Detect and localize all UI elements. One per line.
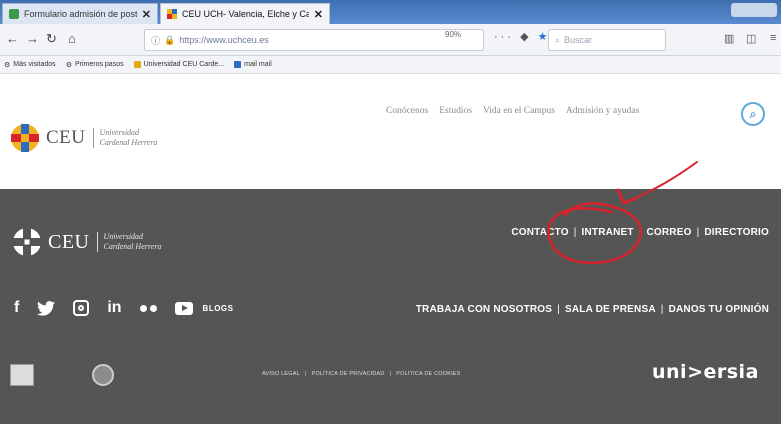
link-opinion[interactable]: DANOS TU OPINIÓN xyxy=(669,304,769,315)
close-tab-icon[interactable]: ✕ xyxy=(142,8,151,21)
ceu-cross-icon xyxy=(133,61,141,68)
ceu-cross-logo-icon xyxy=(11,124,39,152)
flickr-icon[interactable] xyxy=(139,304,157,312)
legal-links: AVISO LEGAL | POLÍTICA DE PRIVACIDAD | POLÍT… xyxy=(262,371,461,377)
link-correo[interactable]: CORREO xyxy=(646,227,691,238)
url-text: https://www.uchceu.es xyxy=(179,35,269,45)
separator: | xyxy=(304,371,307,377)
link-privacidad[interactable]: POLÍTICA DE PRIVACIDAD xyxy=(312,371,385,377)
instagram-icon[interactable] xyxy=(73,300,90,316)
separator: | xyxy=(389,371,392,377)
bookmark-getting-started[interactable]: ⚙ Primeros pasos xyxy=(66,61,124,69)
bookmark-label: mail mail xyxy=(244,61,272,68)
site-footer: CEU Universidad Cardenal Herrera CONTACT… xyxy=(0,189,781,424)
link-directorio[interactable]: DIRECTORIO xyxy=(704,227,769,238)
browser-window: Formulario admisión de post... ✕ CEU UCH… xyxy=(0,0,781,424)
firefox-icon: ⚙ xyxy=(65,61,72,69)
ceu-logo[interactable]: CEU Universidad Cardenal Herrera xyxy=(10,123,157,153)
universia-logo[interactable]: uni>ersia xyxy=(652,361,759,383)
reload-icon[interactable]: ↻ xyxy=(46,32,57,46)
pocket-icon[interactable]: ◆ xyxy=(520,31,531,43)
logo-uni-line1: Universidad xyxy=(99,128,140,137)
navigation-bar: ← → ↻ ⌂ ⓘ 🔒 https://www.uchceu.es 90% ··… xyxy=(0,24,781,56)
link-aviso-legal[interactable]: AVISO LEGAL xyxy=(262,371,300,377)
tab-strip: Formulario admisión de post... ✕ CEU UCH… xyxy=(0,0,781,24)
menu-icon[interactable]: ≡ xyxy=(770,32,776,44)
footer-links-secondary: TRABAJA CON NOSOTROS | SALA DE PRENSA | DANO… xyxy=(416,304,769,315)
bookmark-label: Universidad CEU Carde... xyxy=(143,61,225,68)
site-header: CEU Universidad Cardenal Herrera Conócen… xyxy=(0,74,781,189)
close-tab-icon[interactable]: ✕ xyxy=(314,8,323,21)
gear-icon: ⚙ xyxy=(4,61,11,69)
seal-icon[interactable] xyxy=(92,364,114,386)
logo-uni-line2: Cardenal Herrera xyxy=(99,138,158,147)
tab-ceu-uch[interactable]: CEU UCH- Valencia, Elche y Ca... ✕ xyxy=(160,3,330,24)
link-sala-prensa[interactable]: SALA DE PRENSA xyxy=(565,304,656,315)
logo-university-text: Universidad Cardenal Herrera xyxy=(92,128,158,148)
blogs-link[interactable]: BLOGS xyxy=(203,304,234,313)
separator: | xyxy=(638,227,642,238)
tab-title: Formulario admisión de post... xyxy=(24,9,137,19)
form-favicon-icon xyxy=(9,9,19,19)
bookmark-ceu[interactable]: Universidad CEU Carde... xyxy=(133,61,225,68)
tab-title: CEU UCH- Valencia, Elche y Ca... xyxy=(182,9,309,19)
separator: | xyxy=(573,227,577,238)
home-icon[interactable]: ⌂ xyxy=(68,32,76,46)
facebook-icon[interactable]: f xyxy=(14,299,19,317)
sidebar-icon[interactable]: ◫ xyxy=(746,32,756,45)
twitter-icon[interactable] xyxy=(37,300,56,316)
link-trabaja[interactable]: TRABAJA CON NOSOTROS xyxy=(416,304,552,315)
logo-uni-line2: Cardenal Herrera xyxy=(103,242,162,251)
ceu-cross-logo-icon xyxy=(13,228,41,256)
separator: | xyxy=(557,304,560,315)
site-info-icon[interactable]: ⓘ xyxy=(151,34,160,47)
site-search-button[interactable]: ⌕ xyxy=(741,102,765,126)
linkedin-icon[interactable]: in xyxy=(107,299,121,317)
search-icon: ⌕ xyxy=(749,106,757,121)
logo-university-text: Universidad Cardenal Herrera xyxy=(96,232,162,252)
url-bar[interactable]: ⓘ 🔒 https://www.uchceu.es xyxy=(144,29,484,51)
partner-logos xyxy=(10,364,114,386)
search-icon: ⌕ xyxy=(555,34,561,45)
tab-formulario[interactable]: Formulario admisión de post... ✕ xyxy=(2,3,158,24)
link-intranet[interactable]: INTRANET xyxy=(582,227,634,238)
link-cookies[interactable]: POLÍTICA DE COOKIES xyxy=(396,371,460,377)
separator: | xyxy=(696,227,700,238)
nav-admision[interactable]: Admisión y ayudas xyxy=(566,106,639,116)
logo-ceu-text: CEU xyxy=(48,230,90,253)
mail-icon xyxy=(234,61,242,68)
page-actions-menu-icon[interactable]: ··· xyxy=(494,31,514,43)
nav-estudios[interactable]: Estudios xyxy=(439,106,472,116)
library-icon[interactable]: ▥ xyxy=(724,32,734,45)
social-links: f in BLOGS xyxy=(14,299,234,317)
page-actions: ··· ◆ ★ xyxy=(494,30,550,43)
logo-ceu-text: CEU xyxy=(46,127,86,148)
window-controls[interactable] xyxy=(731,3,777,17)
footer-ceu-logo[interactable]: CEU Universidad Cardenal Herrera xyxy=(12,227,161,257)
forward-icon[interactable]: → xyxy=(26,32,39,46)
bookmarks-bar: ⚙ Más visitados ⚙ Primeros pasos Univers… xyxy=(0,56,781,74)
bookmark-label: Más visitados xyxy=(13,61,56,68)
link-contacto[interactable]: CONTACTO xyxy=(511,227,568,238)
back-icon[interactable]: ← xyxy=(6,32,19,46)
nav-vida-campus[interactable]: Vida en el Campus xyxy=(483,106,555,116)
search-placeholder: Buscar xyxy=(564,35,593,45)
partner-badge-icon[interactable] xyxy=(10,364,34,386)
zoom-level[interactable]: 90% xyxy=(445,30,461,39)
footer-links-primary: CONTACTO | INTRANET | CORREO | DIRECTORIO xyxy=(511,227,769,238)
bookmark-most-visited[interactable]: ⚙ Más visitados xyxy=(4,61,56,69)
main-navigation: Conócenos Estudios Vida en el Campus Adm… xyxy=(386,106,639,116)
separator: | xyxy=(660,304,664,315)
youtube-icon[interactable] xyxy=(174,301,193,315)
lock-icon: 🔒 xyxy=(164,34,176,45)
search-input[interactable]: ⌕ Buscar xyxy=(548,29,666,51)
bookmark-mail[interactable]: mail mail xyxy=(234,61,272,68)
nav-conocenos[interactable]: Conócenos xyxy=(386,106,428,116)
logo-uni-line1: Universidad xyxy=(103,232,144,241)
bookmark-label: Primeros pasos xyxy=(74,61,124,68)
ceu-favicon-icon xyxy=(167,9,177,19)
